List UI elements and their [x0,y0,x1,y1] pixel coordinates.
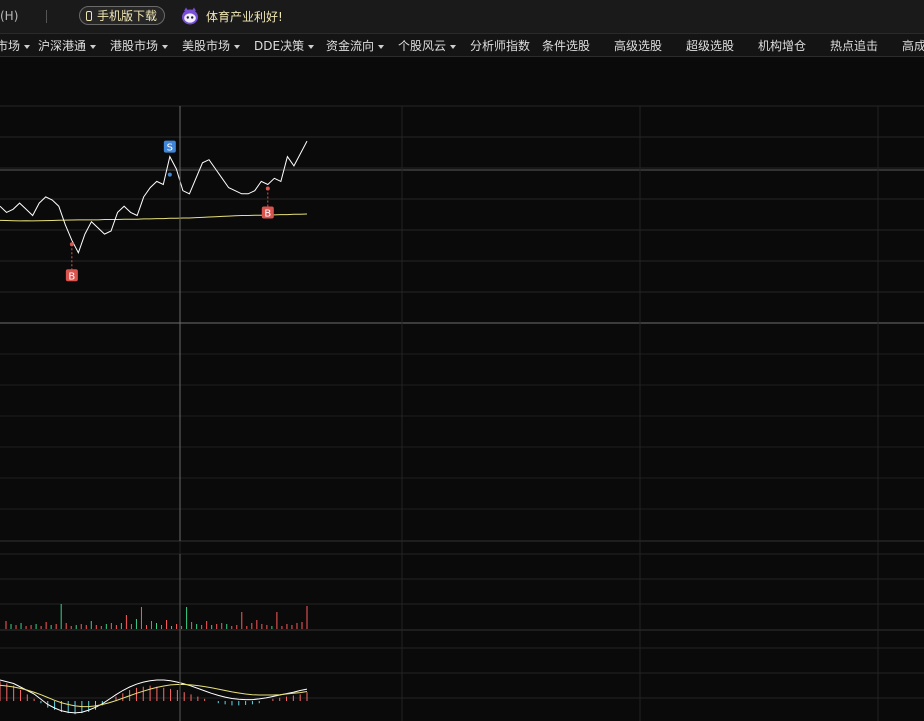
price-line-layer [0,140,308,254]
menu-item-8[interactable]: 条件选股 [542,37,590,54]
menu-item-label: 美股市场 [182,39,231,53]
menu-item-2[interactable]: 港股市场 [110,37,169,54]
menu-item-label: 港股市场 [110,39,159,53]
chevron-down-icon [234,44,241,49]
buy-dot [69,242,74,247]
menu-item-6[interactable]: 个股风云 [398,37,457,54]
volume-bars-layer [5,604,308,629]
menu-item-label: 高成 [902,39,924,53]
menu-item-0[interactable]: 市场 [0,37,31,54]
sell-signal-text: S [167,143,173,154]
menu-item-label: 分析师指数 [470,39,531,53]
buy-signal-0-text: B [68,271,75,282]
menu-item-4[interactable]: DDE决策 [254,37,315,54]
menu-item-7[interactable]: 分析师指数 [470,37,530,54]
chevron-down-icon [450,44,457,49]
menu-item-label: 个股风云 [398,39,447,53]
buy-dot [265,186,270,191]
toolbar-divider [46,10,47,23]
buy-signal-0: B [65,269,78,282]
menu-item-label: 机构增仓 [758,39,807,53]
chevron-down-icon [24,44,31,49]
menu-item-9[interactable]: 高级选股 [614,37,662,54]
chevron-down-icon [162,44,169,49]
mascot-icon[interactable] [180,6,200,26]
menu-item-5[interactable]: 资金流向 [326,37,385,54]
menu-item-label: 热点追击 [830,39,879,53]
menu-item-10[interactable]: 超级选股 [686,37,734,54]
price-line [0,140,308,254]
ma-line [0,213,308,222]
help-menu[interactable]: (H) [0,9,18,23]
buy-signal-1-text: B [264,209,271,220]
mobile-download-label: 手机版下载 [97,9,158,23]
chart-grid [0,105,924,721]
main-menu-bar: 市场 沪深港通 港股市场 美股市场 DDE决策 资金流向 个股风云 分析师指数 条件选股 高级选股… [0,34,924,57]
menu-item-label: 沪深港通 [38,39,87,53]
buy-signal-1: B [261,206,274,220]
mobile-download-button[interactable]: 手机版下载 [79,6,166,25]
chevron-down-icon [308,44,315,49]
menu-item-label: 超级选股 [686,39,735,53]
menu-item-13[interactable]: 高成 [902,37,924,54]
menu-item-label: 市场 [0,39,21,53]
macd-layer [0,679,308,715]
sell-dot [167,172,172,177]
promo-link[interactable]: 体育产业利好! [206,8,283,25]
menu-item-label: 高级选股 [614,39,663,53]
menu-item-3[interactable]: 美股市场 [182,37,241,54]
menu-item-label: 资金流向 [326,39,375,53]
top-toolbar: (H) 手机版下载 体育产业利好! [0,0,924,34]
ma-line-layer [0,213,308,222]
sell-signal: S [163,140,176,154]
menu-item-12[interactable]: 热点追击 [830,37,878,54]
stock-chart[interactable]: S B B [0,57,924,721]
chevron-down-icon [90,44,97,49]
menu-item-label: 条件选股 [542,39,591,53]
menu-item-1[interactable]: 沪深港通 [38,37,97,54]
menu-item-11[interactable]: 机构增仓 [758,37,806,54]
chevron-down-icon [378,44,385,49]
menu-item-label: DDE决策 [254,39,305,53]
phone-icon [86,10,92,21]
